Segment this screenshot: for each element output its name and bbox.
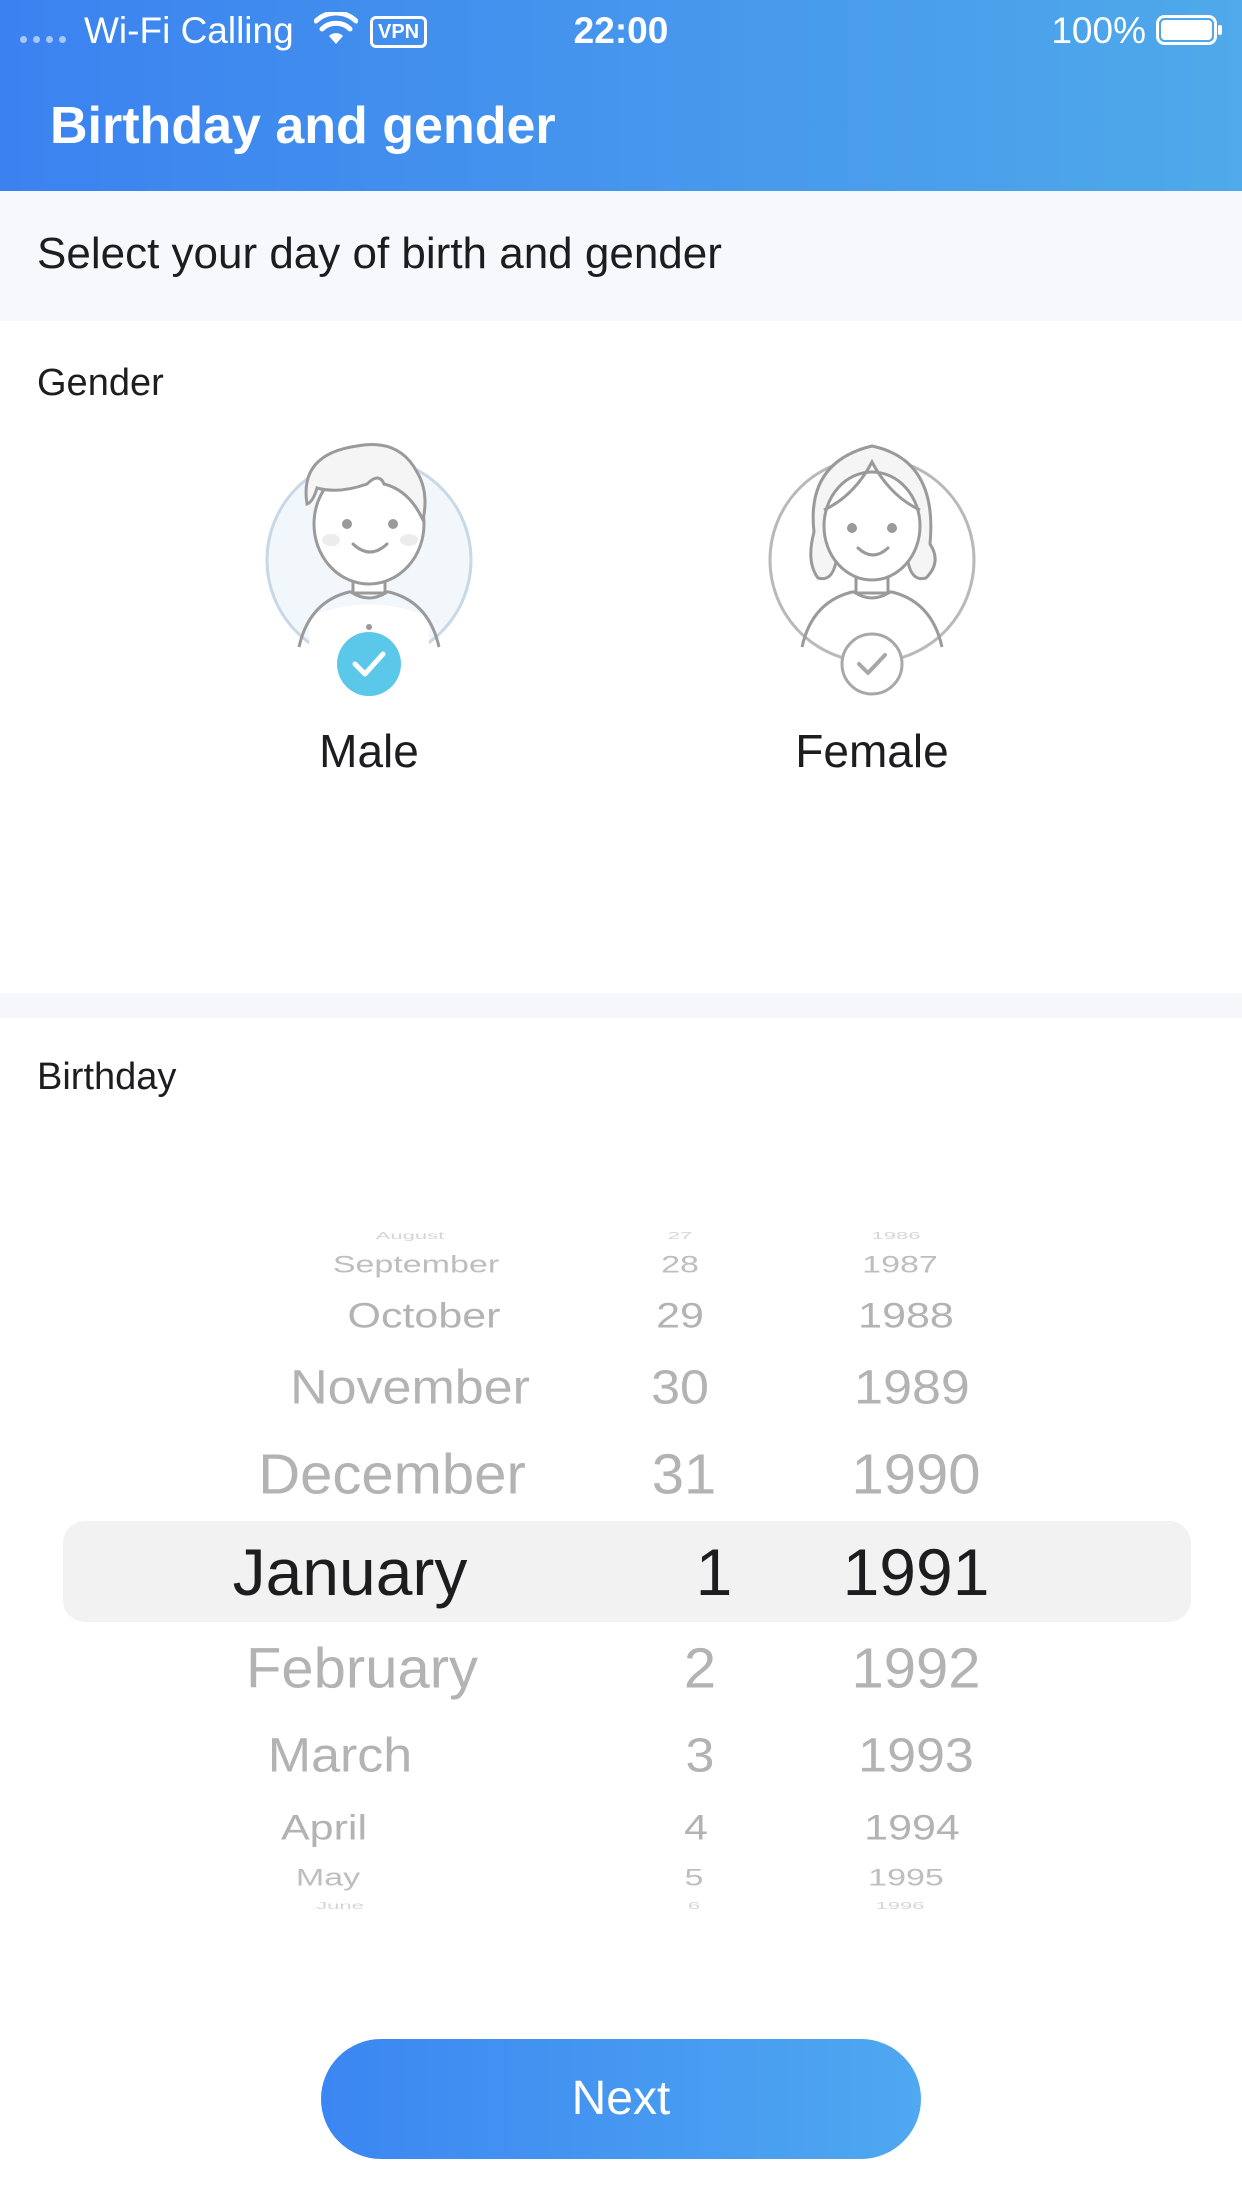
day-option[interactable]: 6 <box>624 1901 764 1911</box>
year-option[interactable]: 1987 <box>790 1253 1010 1277</box>
day-option[interactable]: 31 <box>614 1446 754 1504</box>
gender-section-label: Gender <box>37 362 164 404</box>
year-option[interactable]: 1996 <box>790 1901 1010 1911</box>
battery-percent: 100% <box>1051 10 1146 51</box>
year-option[interactable]: 1989 <box>802 1364 1022 1412</box>
birthday-picker[interactable]: August September October November December Ja… <box>0 1200 1242 1920</box>
month-option[interactable]: October <box>214 1298 634 1333</box>
month-option[interactable]: November <box>200 1364 620 1412</box>
year-option[interactable]: 1993 <box>806 1732 1026 1780</box>
day-option[interactable]: 29 <box>610 1298 750 1333</box>
day-option[interactable]: 28 <box>610 1253 750 1277</box>
instruction-band: Select your day of birth and gender <box>0 191 1242 321</box>
year-option[interactable]: 1992 <box>806 1640 1026 1698</box>
day-option[interactable]: 30 <box>610 1364 750 1412</box>
day-option[interactable]: 27 <box>610 1231 750 1241</box>
day-option-selected[interactable]: 1 <box>644 1539 784 1605</box>
year-option[interactable]: 1990 <box>806 1446 1026 1504</box>
month-option[interactable]: March <box>130 1732 550 1780</box>
birthday-section-label: Birthday <box>37 1056 177 1098</box>
top-header: Wi-Fi Calling VPN 22:00 100% Birthday an… <box>0 0 1242 191</box>
year-option[interactable]: 1994 <box>802 1810 1022 1845</box>
year-option[interactable]: 1988 <box>796 1298 1016 1333</box>
section-divider <box>0 993 1242 1018</box>
gender-label-male: Male <box>319 725 419 777</box>
day-option[interactable]: 3 <box>630 1732 770 1780</box>
month-option[interactable]: June <box>130 1901 550 1911</box>
status-bar: Wi-Fi Calling VPN 22:00 100% <box>0 0 1242 62</box>
month-option[interactable]: August <box>200 1231 620 1241</box>
gender-label-female: Female <box>795 725 949 777</box>
month-option[interactable]: December <box>182 1446 602 1504</box>
month-option[interactable]: May <box>118 1866 538 1890</box>
month-option[interactable]: February <box>152 1640 572 1698</box>
day-option[interactable]: 2 <box>630 1640 770 1698</box>
year-option-selected[interactable]: 1991 <box>806 1539 1026 1605</box>
day-option[interactable]: 5 <box>624 1866 764 1890</box>
gender-option-female[interactable]: Female <box>722 432 1022 832</box>
female-avatar-icon <box>768 444 976 696</box>
next-button[interactable]: Next <box>321 2039 921 2159</box>
instruction-text: Select your day of birth and gender <box>37 229 722 278</box>
year-option[interactable]: 1986 <box>786 1231 1006 1241</box>
month-option[interactable]: September <box>206 1253 626 1277</box>
month-option-selected[interactable]: January <box>140 1539 560 1605</box>
male-avatar-icon <box>265 443 473 696</box>
battery-icon <box>1156 15 1222 45</box>
gender-option-male[interactable]: Male <box>219 432 519 832</box>
year-option[interactable]: 1995 <box>796 1866 1016 1890</box>
day-option[interactable]: 4 <box>626 1810 766 1845</box>
month-option[interactable]: April <box>114 1810 534 1845</box>
page-title: Birthday and gender <box>50 97 556 155</box>
